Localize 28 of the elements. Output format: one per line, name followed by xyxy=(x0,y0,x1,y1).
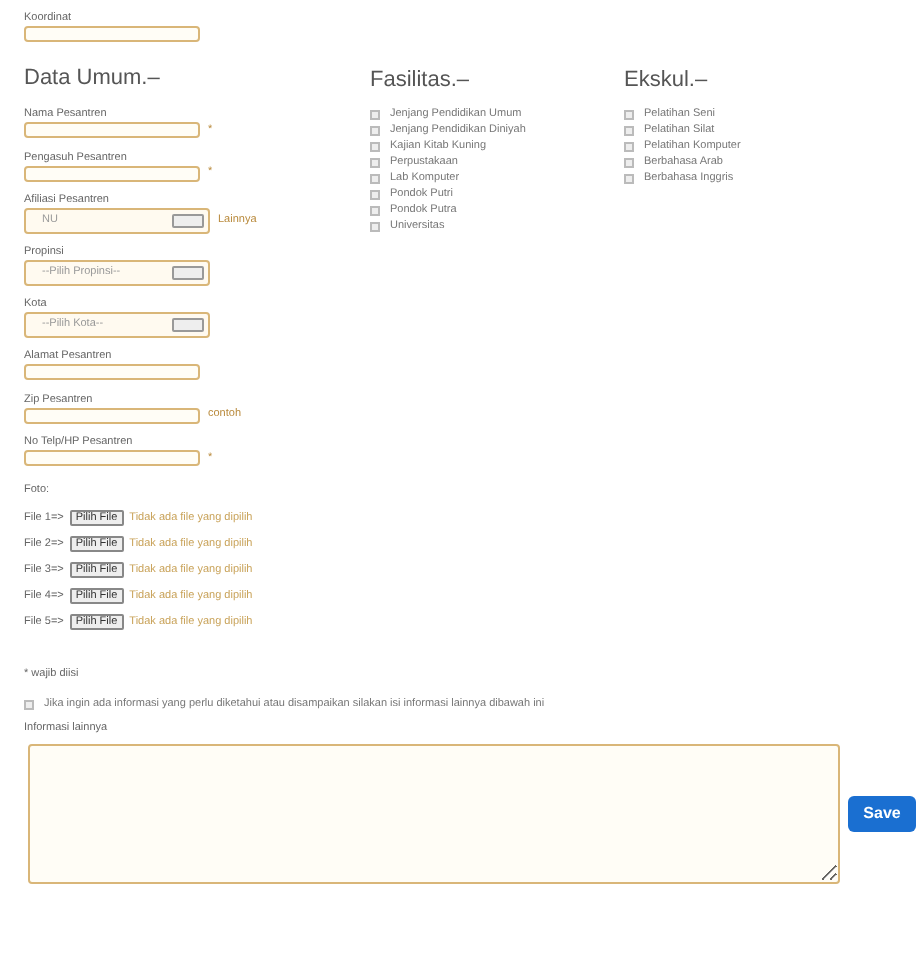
checkbox[interactable] xyxy=(370,141,380,151)
checkbox[interactable] xyxy=(624,125,634,135)
section-heading: Fasilitas.– xyxy=(370,68,472,94)
checkbox[interactable] xyxy=(370,157,380,167)
section-heading: Ekskul.– xyxy=(624,68,710,94)
text-field[interactable] xyxy=(24,364,200,381)
checkbox[interactable] xyxy=(624,141,634,151)
checkbox[interactable] xyxy=(24,700,34,711)
text-field[interactable] xyxy=(24,450,200,467)
checkbox[interactable] xyxy=(370,221,380,231)
checkbox[interactable] xyxy=(624,157,634,167)
checkbox[interactable] xyxy=(370,125,380,135)
checkbox[interactable] xyxy=(370,205,380,215)
dropdown-button[interactable] xyxy=(172,214,204,229)
checkbox[interactable] xyxy=(370,173,380,183)
text-area[interactable] xyxy=(28,743,840,884)
checkbox[interactable] xyxy=(370,109,380,119)
checkbox[interactable] xyxy=(624,173,634,183)
text-field[interactable] xyxy=(24,165,200,182)
text-field[interactable] xyxy=(24,407,200,424)
text-field[interactable] xyxy=(24,122,200,139)
section-heading: Data Umum.– xyxy=(24,66,162,93)
text-field[interactable] xyxy=(24,26,200,42)
save-button[interactable]: Save xyxy=(848,795,916,832)
checkbox[interactable] xyxy=(370,189,380,199)
dropdown-button[interactable] xyxy=(172,266,204,281)
checkbox[interactable] xyxy=(624,109,634,119)
dropdown-button[interactable] xyxy=(172,318,204,333)
